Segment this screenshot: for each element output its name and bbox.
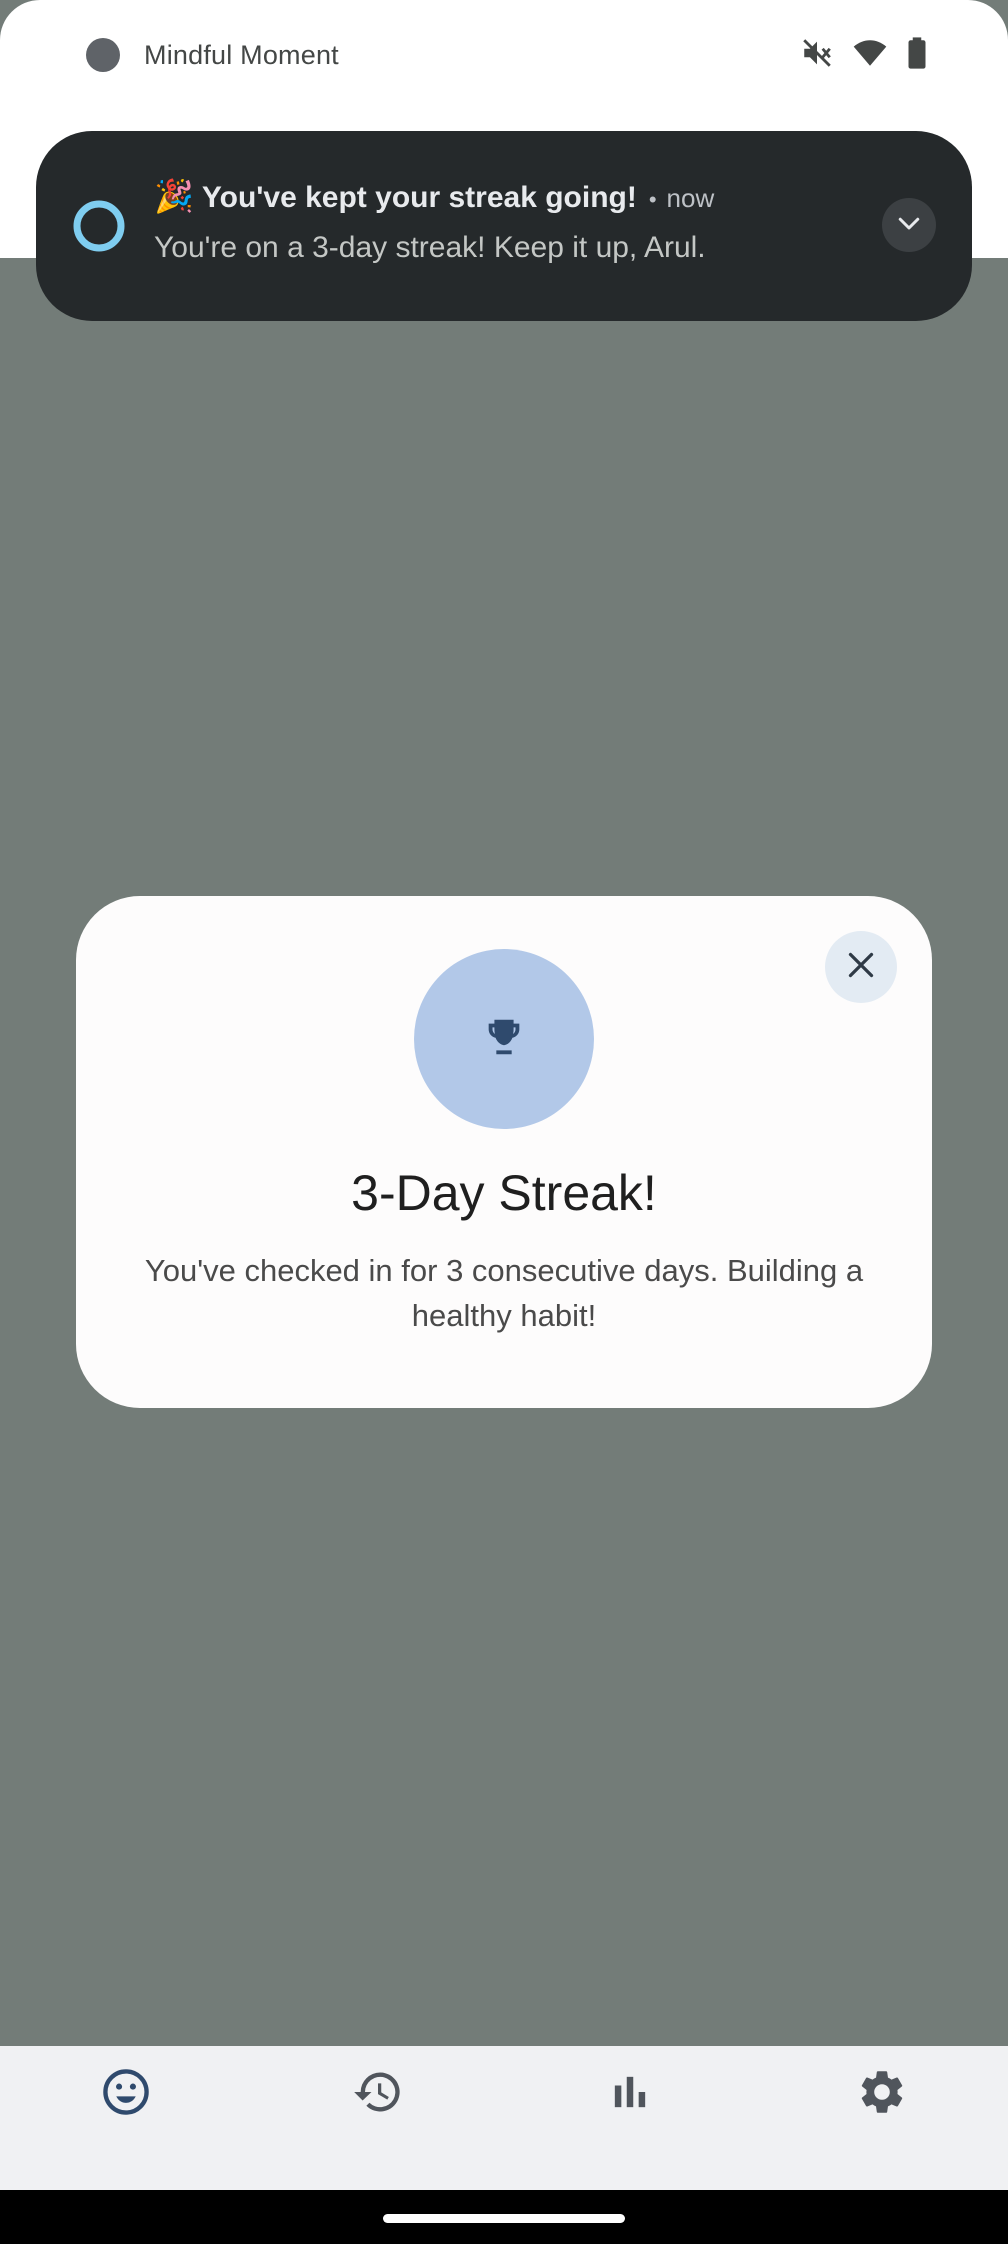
notification-time: now [666,183,715,213]
notification-title: You've kept your streak going! [201,181,637,214]
expand-notification-button[interactable] [882,198,936,252]
settings-icon [856,2066,908,2123]
streak-notification[interactable]: 🎉 You've kept your streak going! • now Y… [36,131,972,321]
chevron-down-icon [894,208,924,243]
nav-item-mood[interactable] [0,2046,252,2190]
trophy-icon [481,1014,527,1065]
notification-body: You're on a 3-day streak! Keep it up, Ar… [154,231,706,264]
ring-icon [72,199,126,253]
close-dialog-button[interactable] [825,931,897,1003]
status-icons [800,36,928,70]
notification-title-row: 🎉 You've kept your streak going! • now [154,177,714,215]
app-dot-icon [86,38,120,72]
home-gesture-handle[interactable] [383,2214,625,2223]
streak-dialog: 3-Day Streak! You've checked in for 3 co… [76,896,932,1408]
nav-item-stats[interactable] [504,2046,756,2190]
status-app: Mindful Moment [86,38,339,72]
nav-item-settings[interactable] [756,2046,1008,2190]
bottom-navigation [0,2046,1008,2190]
bar-chart-icon [604,2066,656,2123]
mute-icon [800,36,834,70]
gesture-nav-bar [0,2190,1008,2244]
notification-separator: • [648,187,657,212]
dialog-message: You've checked in for 3 consecutive days… [144,1253,864,1333]
wifi-icon [852,36,888,70]
battery-icon [906,36,928,70]
status-app-name: Mindful Moment [144,39,339,70]
mood-icon [100,2066,152,2123]
close-icon [843,947,879,988]
dialog-title: 3-Day Streak! [351,1165,657,1221]
trophy-badge [414,949,594,1129]
history-icon [352,2066,404,2123]
party-popper-icon: 🎉 [154,178,194,214]
nav-item-history[interactable] [252,2046,504,2190]
